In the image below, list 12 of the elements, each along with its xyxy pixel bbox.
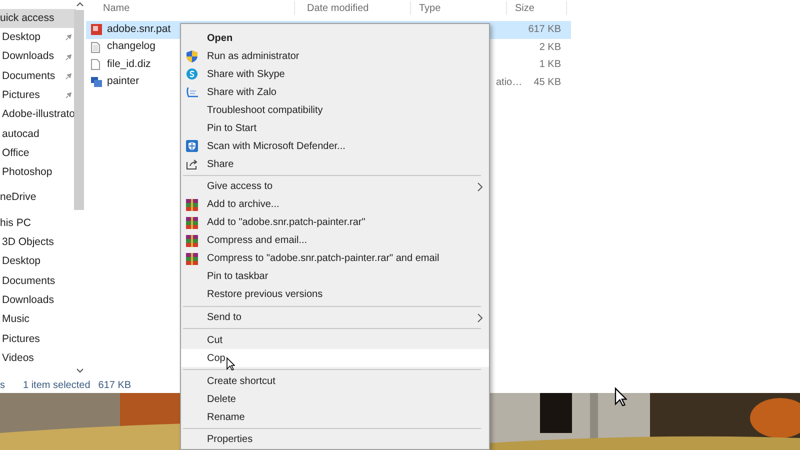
status-text: s (0, 379, 5, 393)
file-size: 617 KB (528, 23, 561, 38)
file-size: 45 KB (534, 76, 561, 90)
file-type: atio… (496, 76, 522, 88)
status-text: 1 item selected (23, 379, 90, 393)
file-name: changelog (107, 39, 156, 54)
file-name: adobe.snr.pat (107, 22, 171, 37)
file-name: painter (107, 74, 140, 90)
file-name: file_id.diz (107, 56, 151, 72)
file-size: 2 KB (539, 40, 561, 55)
file-size: 1 KB (539, 58, 561, 72)
status-text: 617 KB (98, 379, 132, 393)
